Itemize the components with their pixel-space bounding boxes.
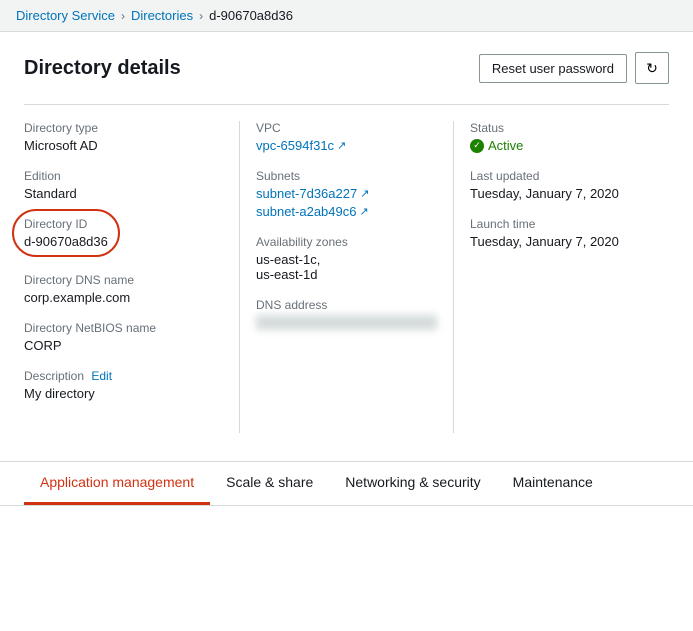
directory-type-label: Directory type	[24, 121, 223, 135]
edition-value: Standard	[24, 186, 223, 201]
refresh-icon: ↻	[646, 60, 658, 77]
header-row: Directory details Reset user password ↻	[24, 52, 669, 84]
last-updated-label: Last updated	[470, 169, 669, 183]
reset-user-password-button[interactable]: Reset user password	[479, 54, 627, 83]
breadcrumb: Directory Service › Directories › d-9067…	[0, 0, 693, 32]
last-updated-group: Last updated Tuesday, January 7, 2020	[470, 169, 669, 201]
status-active-icon: ✓	[470, 139, 484, 153]
dns-address-value: 10.0.128.100	[256, 315, 437, 330]
directory-dns-label: Directory DNS name	[24, 273, 223, 287]
vpc-value[interactable]: vpc-6594f31c ↗	[256, 138, 346, 153]
detail-column-right: Status ✓ Active Last updated Tuesday, Ja…	[454, 121, 669, 433]
az-group: Availability zones us-east-1c, us-east-1…	[256, 235, 437, 282]
az-line2: us-east-1d	[256, 267, 437, 282]
subnet2-value[interactable]: subnet-a2ab49c6 ↗	[256, 204, 369, 219]
az-line1: us-east-1c,	[256, 252, 437, 267]
edition-label: Edition	[24, 169, 223, 183]
breadcrumb-current: d-90670a8d36	[209, 8, 293, 23]
tab-networking-security[interactable]: Networking & security	[329, 462, 496, 505]
vpc-label: VPC	[256, 121, 437, 135]
last-updated-value: Tuesday, January 7, 2020	[470, 186, 669, 201]
breadcrumb-separator-1: ›	[121, 9, 125, 23]
tabs-container: Application management Scale & share Net…	[0, 462, 693, 506]
status-label: Status	[470, 121, 669, 135]
tab-scale-share[interactable]: Scale & share	[210, 462, 329, 505]
subnet1-external-icon: ↗	[360, 187, 369, 200]
subnets-label: Subnets	[256, 169, 437, 183]
breadcrumb-directories[interactable]: Directories	[131, 8, 193, 23]
netbios-label: Directory NetBIOS name	[24, 321, 223, 335]
subnet2-external-icon: ↗	[359, 205, 368, 218]
directory-dns-value: corp.example.com	[24, 290, 223, 305]
directory-id-group: Directory ID d-90670a8d36	[24, 217, 108, 249]
tab-application-management[interactable]: Application management	[24, 462, 210, 505]
status-group: Status ✓ Active	[470, 121, 669, 153]
netbios-group: Directory NetBIOS name CORP	[24, 321, 223, 353]
dns-address-label: DNS address	[256, 298, 437, 312]
header-actions: Reset user password ↻	[479, 52, 669, 84]
status-value: ✓ Active	[470, 138, 669, 153]
directory-type-group: Directory type Microsoft AD	[24, 121, 223, 153]
directory-type-value: Microsoft AD	[24, 138, 223, 153]
page-title: Directory details	[24, 57, 181, 80]
netbios-value: CORP	[24, 338, 223, 353]
vpc-group: VPC vpc-6594f31c ↗	[256, 121, 437, 153]
detail-column-left: Directory type Microsoft AD Edition Stan…	[24, 121, 239, 433]
tab-maintenance[interactable]: Maintenance	[497, 462, 609, 505]
description-edit-link[interactable]: Edit	[91, 369, 112, 383]
main-content: Directory details Reset user password ↻ …	[0, 32, 693, 453]
breadcrumb-directory-service[interactable]: Directory Service	[16, 8, 115, 23]
dns-name-group: Directory DNS name corp.example.com	[24, 273, 223, 305]
description-label: Description Edit	[24, 369, 223, 383]
subnet1-value[interactable]: subnet-7d36a227 ↗	[256, 186, 369, 201]
description-value: My directory	[24, 386, 223, 401]
directory-id-value: d-90670a8d36	[24, 234, 108, 249]
subnets-group: Subnets subnet-7d36a227 ↗ subnet-a2ab49c…	[256, 169, 437, 219]
edition-group: Edition Standard	[24, 169, 223, 201]
launch-time-group: Launch time Tuesday, January 7, 2020	[470, 217, 669, 249]
description-group: Description Edit My directory	[24, 369, 223, 401]
directory-id-label: Directory ID	[24, 217, 108, 231]
launch-time-value: Tuesday, January 7, 2020	[470, 234, 669, 249]
detail-column-middle: VPC vpc-6594f31c ↗ Subnets subnet-7d36a2…	[239, 121, 454, 433]
launch-time-label: Launch time	[470, 217, 669, 231]
az-label: Availability zones	[256, 235, 437, 249]
dns-address-group: DNS address 10.0.128.100	[256, 298, 437, 330]
detail-grid: Directory type Microsoft AD Edition Stan…	[24, 104, 669, 433]
refresh-button[interactable]: ↻	[635, 52, 669, 84]
vpc-external-icon: ↗	[337, 139, 346, 152]
breadcrumb-separator-2: ›	[199, 9, 203, 23]
